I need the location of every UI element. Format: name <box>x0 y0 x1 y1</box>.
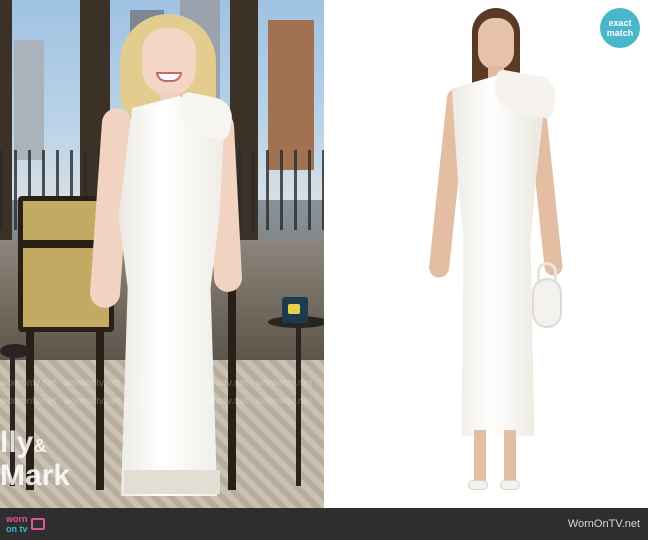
white-asymmetric-dress <box>451 74 544 436</box>
show-logo-text: lly& Mark <box>0 426 71 492</box>
tv-icon <box>30 518 45 530</box>
tv-show-photo: womontv.net womontv.net womontv.net womo… <box>0 0 324 508</box>
white-asymmetric-dress <box>118 96 224 496</box>
dress-hem <box>124 470 220 494</box>
white-handbag <box>532 278 562 328</box>
white-sandal <box>500 480 520 490</box>
leg <box>504 430 516 486</box>
site-credit: WornOnTV.net <box>567 518 640 530</box>
face <box>142 28 196 96</box>
white-sandal <box>468 480 488 490</box>
face <box>478 18 514 70</box>
watermark-row: womontv.net womontv.net womontv.net womo… <box>0 378 312 389</box>
exact-match-badge: exact match <box>600 8 640 48</box>
watermark-row: womontv.net womontv.net womontv.net womo… <box>0 396 312 407</box>
wornontv-logo: worn on tv <box>0 508 84 540</box>
product-photo <box>324 0 648 508</box>
footer-bar: WornOnTV.net <box>84 508 648 540</box>
leg <box>474 430 486 486</box>
